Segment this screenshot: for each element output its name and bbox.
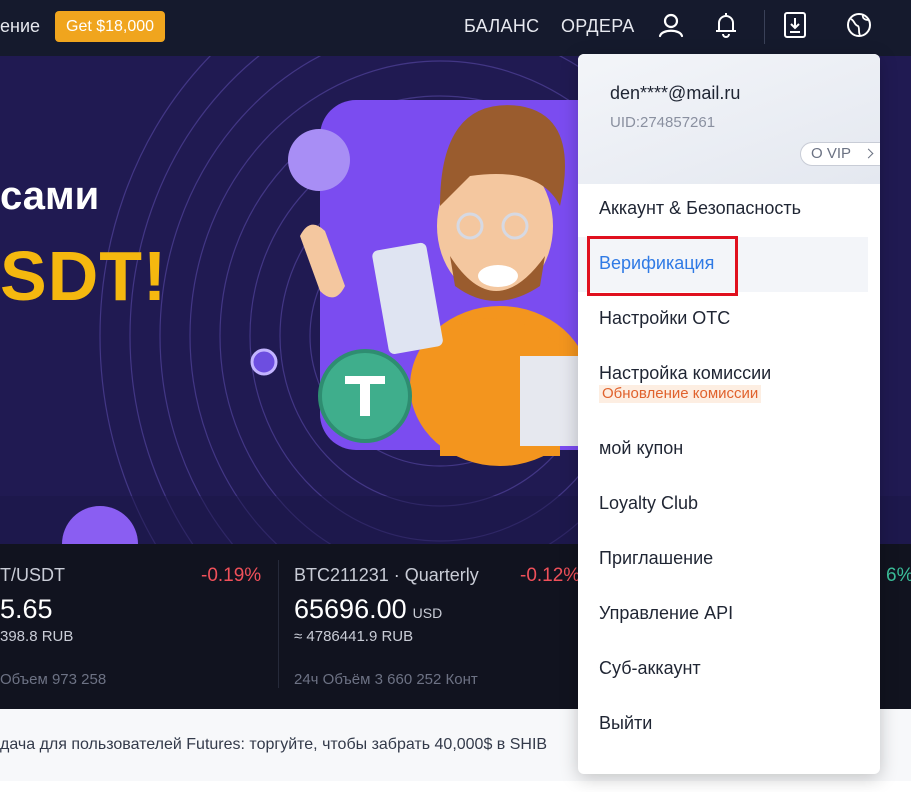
ticker-change: -0.19% (201, 565, 262, 586)
menu-item-label: Выйти (599, 713, 653, 733)
verification-highlight-box (587, 236, 738, 296)
menu-item-label: Настройки OTC (599, 308, 731, 328)
ticker-unit: USD (412, 605, 443, 621)
menu-item-logout[interactable]: Выйти (578, 697, 880, 752)
menu-item-label: Управление API (599, 603, 734, 623)
account-dropdown: den****@mail.ru UID:274857261 O VIP Акка… (578, 54, 880, 774)
menu-item-loyalty-club[interactable]: Loyalty Club (578, 477, 880, 532)
user-icon[interactable] (657, 10, 685, 40)
menu-item-label: Аккаунт & Безопасность (599, 198, 801, 218)
vip-label: O VIP (811, 145, 852, 162)
chevron-right-icon (863, 148, 874, 159)
vip-button[interactable]: O VIP (800, 142, 880, 166)
nav-divider (764, 10, 765, 44)
ticker-price-wrap: 65696.00 USD (294, 594, 442, 625)
menu-item-label: Loyalty Club (599, 493, 699, 513)
page-root: ение Get $18,000 БАЛАНС ОРДЕРА сами SDT!… (0, 0, 911, 792)
menu-item-label: Настройка комиссии (599, 363, 772, 383)
ticker-change: -0.12% (520, 565, 581, 586)
bell-icon[interactable] (712, 10, 740, 40)
menu-item-fee-settings[interactable]: Настройка комиссии Обновление комиссии (578, 347, 880, 415)
promo-button[interactable]: Get $18,000 (55, 11, 166, 42)
menu-item-label: Приглашение (599, 548, 714, 568)
account-uid: UID:274857261 (610, 114, 716, 131)
fee-update-badge: Обновление комиссии (599, 385, 762, 403)
top-navigation-bar: ение Get $18,000 БАЛАНС ОРДЕРА (0, 0, 911, 56)
ticker-name: BTC211231 · Quarterly (294, 565, 479, 585)
menu-item-otc-settings[interactable]: Настройки OTC (578, 292, 880, 347)
ticker-rub: ≈ 4786441.9 RUB (294, 628, 414, 645)
ticker-price: 5.65 (0, 594, 53, 624)
ticker-change-partial: 6% (886, 565, 911, 586)
account-email: den****@mail.ru (610, 83, 741, 103)
menu-item-coupon[interactable]: мой купон (578, 422, 880, 477)
menu-item-invitation[interactable]: Приглашение (578, 532, 880, 587)
account-header: den****@mail.ru UID:274857261 O VIP (578, 54, 880, 184)
menu-item-label: Суб-аккаунт (599, 658, 701, 678)
ticker-price: 65696.00 (294, 594, 407, 624)
ticker-divider (278, 560, 279, 688)
ticker-volume: Объем 973 258 (0, 671, 107, 688)
menu-item-sub-account[interactable]: Суб-аккаунт (578, 642, 880, 697)
menu-item-api-management[interactable]: Управление API (578, 587, 880, 642)
nav-balance-link[interactable]: БАЛАНС (464, 16, 539, 37)
hero-title: сами (0, 174, 100, 218)
hero-headline: SDT! (0, 237, 168, 315)
menu-item-label: мой купон (599, 438, 684, 458)
menu-item-account-security[interactable]: Аккаунт & Безопасность (578, 182, 880, 237)
ticker-name: T/USDT (0, 565, 65, 585)
globe-icon[interactable] (845, 10, 873, 40)
ticker-volume: 24ч Объём 3 660 252 Конт (294, 671, 478, 688)
nav-partial-text[interactable]: ение (0, 16, 40, 37)
download-icon[interactable] (781, 10, 809, 40)
nav-orders-link[interactable]: ОРДЕРА (561, 16, 635, 37)
ticker-rub: 398.8 RUB (0, 628, 74, 645)
announcement-text[interactable]: дача для пользователей Futures: торгуйте… (0, 736, 547, 754)
